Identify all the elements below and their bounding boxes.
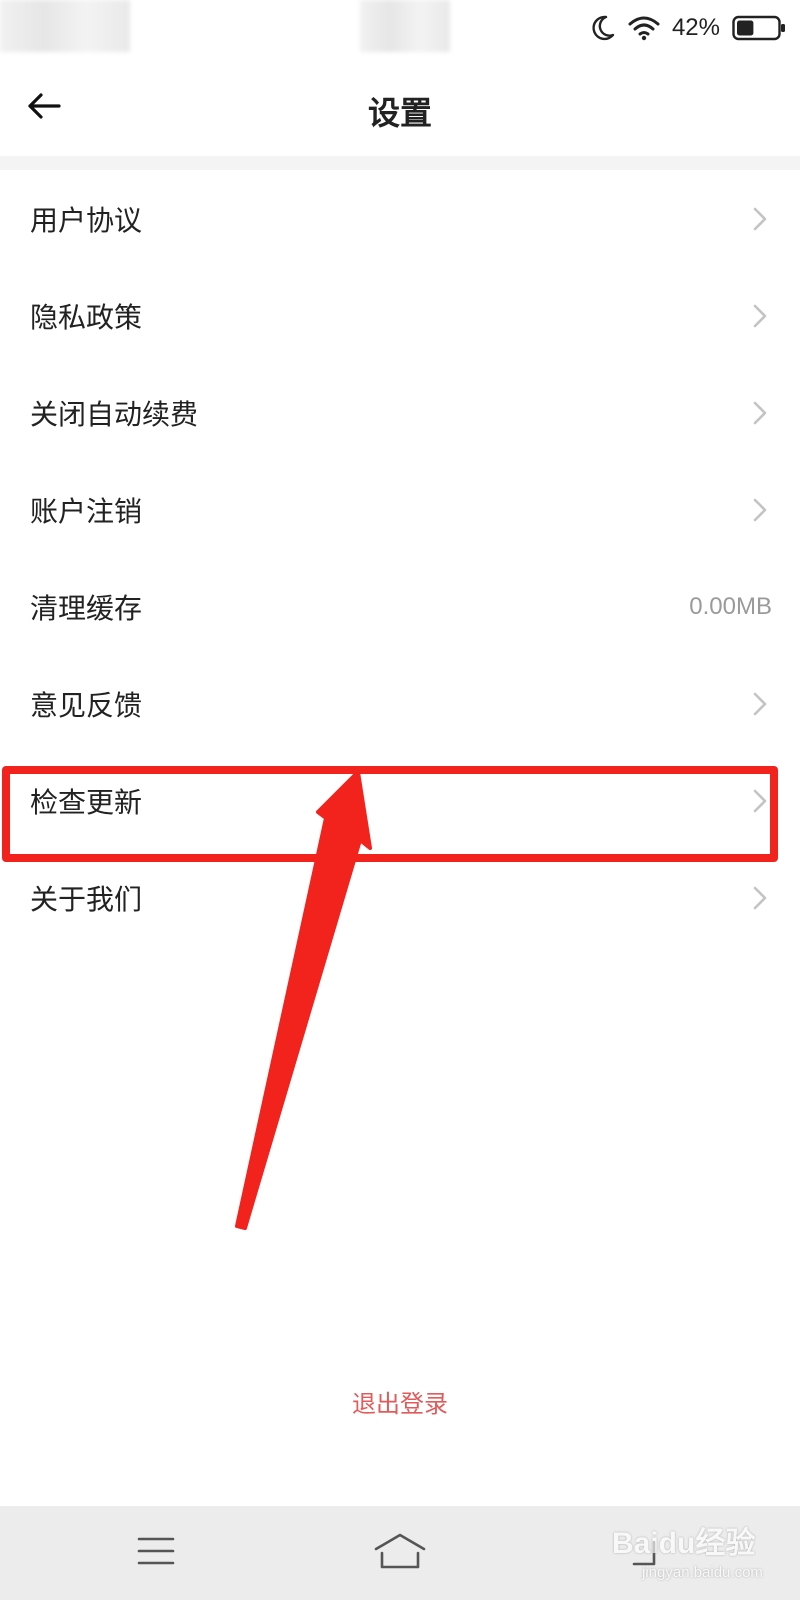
nav-back-button[interactable] xyxy=(614,1528,674,1578)
item-label: 检查更新 xyxy=(30,785,143,819)
header-divider xyxy=(0,156,800,170)
chevron-right-icon xyxy=(753,692,767,716)
logout-button[interactable]: 退出登录 xyxy=(300,1384,500,1426)
settings-list: 用户协议 隐私政策 关闭自动续费 账户注销 清理缓存 0.00MB 意见反馈 检… xyxy=(0,170,800,946)
header: 设置 xyxy=(0,64,800,156)
blurred-region xyxy=(360,0,450,52)
cache-size-value: 0.00MB xyxy=(689,592,772,620)
item-label: 账户注销 xyxy=(30,494,143,528)
item-label: 清理缓存 xyxy=(30,591,143,625)
chevron-right-icon xyxy=(753,498,767,522)
item-label: 关闭自动续费 xyxy=(30,397,199,431)
menu-icon xyxy=(136,1535,176,1571)
chevron-right-icon xyxy=(753,304,767,328)
item-label: 意见反馈 xyxy=(30,688,143,722)
settings-item-feedback[interactable]: 意见反馈 xyxy=(0,655,800,752)
chevron-right-icon xyxy=(753,207,767,231)
settings-item-about-us[interactable]: 关于我们 xyxy=(0,849,800,946)
settings-item-cancel-auto-renewal[interactable]: 关闭自动续费 xyxy=(0,364,800,461)
item-label: 隐私政策 xyxy=(30,300,143,334)
status-bar: 42% xyxy=(0,0,800,56)
page-title: 设置 xyxy=(367,94,432,132)
status-icons: 42% xyxy=(590,12,786,44)
wifi-icon xyxy=(628,15,660,41)
home-icon xyxy=(372,1531,428,1575)
settings-item-privacy-policy[interactable]: 隐私政策 xyxy=(0,267,800,364)
item-label: 关于我们 xyxy=(30,882,143,916)
item-label: 用户协议 xyxy=(30,203,143,237)
battery-icon xyxy=(732,15,786,41)
navigation-bar xyxy=(0,1506,800,1600)
moon-icon xyxy=(590,14,616,42)
chevron-right-icon xyxy=(753,886,767,910)
settings-item-clear-cache[interactable]: 清理缓存 0.00MB xyxy=(0,558,800,655)
blurred-region xyxy=(0,0,130,52)
settings-item-delete-account[interactable]: 账户注销 xyxy=(0,461,800,558)
settings-item-user-agreement[interactable]: 用户协议 xyxy=(0,170,800,267)
settings-item-check-update[interactable]: 检查更新 xyxy=(0,752,800,849)
chevron-right-icon xyxy=(753,401,767,425)
nav-menu-button[interactable] xyxy=(126,1528,186,1578)
nav-home-button[interactable] xyxy=(370,1528,430,1578)
back-icon xyxy=(624,1534,664,1572)
chevron-right-icon xyxy=(753,789,767,813)
battery-percent: 42% xyxy=(671,14,720,41)
